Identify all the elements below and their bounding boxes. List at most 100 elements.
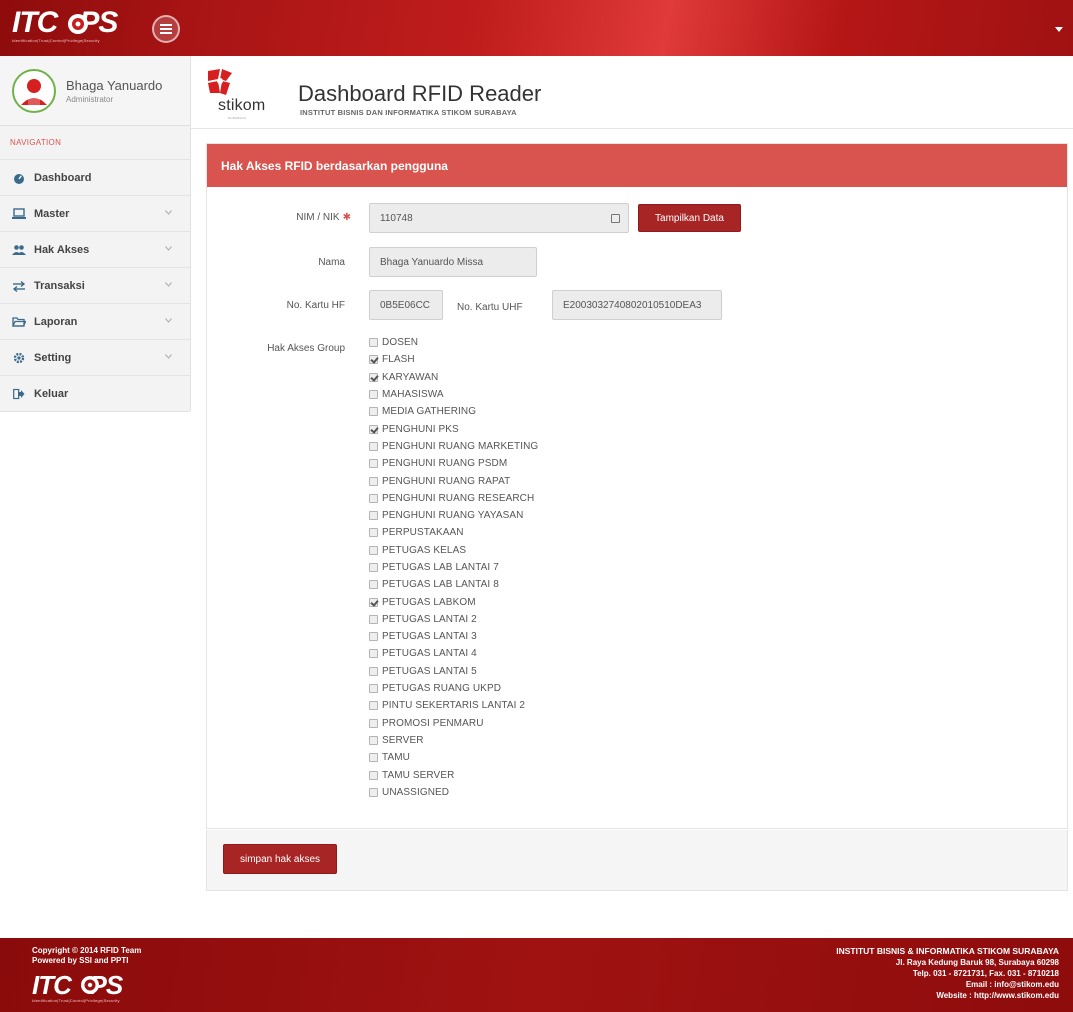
list-item[interactable]: PETUGAS RUANG UKPD <box>369 680 538 697</box>
checkbox[interactable] <box>369 424 378 434</box>
sidebar-item-laporan[interactable]: Laporan <box>0 304 190 340</box>
list-item[interactable]: PENGHUNI RUANG PSDM <box>369 455 538 472</box>
nav-header: NAVIGATION <box>0 126 190 160</box>
checkbox[interactable] <box>369 770 378 780</box>
nim-input[interactable]: 110748 <box>369 203 629 233</box>
list-item[interactable]: PETUGAS LAB LANTAI 8 <box>369 576 538 593</box>
list-item[interactable]: PETUGAS LANTAI 5 <box>369 663 538 680</box>
sidebar-item-setting[interactable]: Setting <box>0 340 190 376</box>
checkbox[interactable] <box>369 372 378 382</box>
chevron-down-icon <box>165 210 172 215</box>
nama-input[interactable]: Bhaga Yanuardo Missa <box>369 247 537 277</box>
powered-text: Powered by SSI and PPTI <box>32 956 129 965</box>
page-footer: Copyright © 2014 RFID Team Powered by SS… <box>0 938 1073 1012</box>
checkbox[interactable] <box>369 407 378 417</box>
sidebar-item-hak-akses[interactable]: Hak Akses <box>0 232 190 268</box>
checkbox[interactable] <box>369 355 378 365</box>
checkbox[interactable] <box>369 476 378 486</box>
gear-icon <box>12 351 26 365</box>
list-item[interactable]: PENGHUNI RUANG RESEARCH <box>369 490 538 507</box>
chevron-down-icon <box>165 318 172 323</box>
dashboard-icon <box>12 171 26 185</box>
list-item[interactable]: MAHASISWA <box>369 386 538 403</box>
stikom-wordmark: stikom <box>218 97 266 114</box>
user-menu-caret[interactable] <box>1055 24 1063 32</box>
checkbox[interactable] <box>369 493 378 503</box>
logo-eye-icon <box>81 976 99 994</box>
list-item[interactable]: TAMU <box>369 749 538 766</box>
checkbox[interactable] <box>369 511 378 521</box>
list-item[interactable]: PROMOSI PENMARU <box>369 715 538 732</box>
checkbox[interactable] <box>369 390 378 400</box>
list-item[interactable]: MEDIA GATHERING <box>369 403 538 420</box>
checkbox[interactable] <box>369 528 378 538</box>
list-item[interactable]: UNASSIGNED <box>369 784 538 801</box>
kartu-hf-input[interactable]: 0B5E06CC <box>369 290 443 320</box>
checkbox[interactable] <box>369 666 378 676</box>
list-item[interactable]: FLASH <box>369 351 538 368</box>
logo-tagline: Identification|Trust|Control|Privilege|S… <box>12 38 100 43</box>
checkbox[interactable] <box>369 597 378 607</box>
sidebar-item-master[interactable]: Master <box>0 196 190 232</box>
footer-website[interactable]: Website : http://www.stikom.edu <box>836 990 1059 1001</box>
checkbox[interactable] <box>369 787 378 797</box>
show-data-button[interactable]: Tampilkan Data <box>638 204 741 232</box>
checkbox[interactable] <box>369 614 378 624</box>
list-item[interactable]: SERVER <box>369 732 538 749</box>
page-header: stikom SURABAYA Dashboard RFID Reader IN… <box>204 67 1064 122</box>
checkbox[interactable] <box>369 338 378 348</box>
header-divider <box>191 128 1073 129</box>
list-item[interactable]: DOSEN <box>369 334 538 351</box>
list-item[interactable]: PERPUSTAKAAN <box>369 524 538 541</box>
copyright-text: Copyright © 2014 RFID Team <box>32 946 142 955</box>
avatar[interactable] <box>12 68 56 113</box>
checkbox[interactable] <box>369 441 378 451</box>
sidebar-item-transaksi[interactable]: Transaksi <box>0 268 190 304</box>
user-panel: Bhaga Yanuardo Administrator <box>0 56 190 126</box>
checkbox[interactable] <box>369 701 378 711</box>
list-item[interactable]: PETUGAS KELAS <box>369 542 538 559</box>
kartu-hf-label: No. Kartu HF <box>286 300 345 311</box>
list-item[interactable]: PINTU SEKERTARIS LANTAI 2 <box>369 697 538 714</box>
chevron-down-icon <box>165 282 172 287</box>
menu-toggle-button[interactable] <box>152 15 180 43</box>
sidebar: Bhaga Yanuardo Administrator NAVIGATION … <box>0 56 191 412</box>
footer-credits: Copyright © 2014 RFID Team Powered by SS… <box>32 946 141 966</box>
list-item[interactable]: PETUGAS LANTAI 3 <box>369 628 538 645</box>
clear-icon[interactable] <box>611 214 620 223</box>
checkbox[interactable] <box>369 632 378 642</box>
checkbox[interactable] <box>369 753 378 763</box>
checkbox[interactable] <box>369 684 378 694</box>
checkbox[interactable] <box>369 545 378 555</box>
panel-footer: simpan hak akses <box>206 830 1068 891</box>
sidebar-item-dashboard[interactable]: Dashboard <box>0 160 190 196</box>
kartu-uhf-label: No. Kartu UHF <box>457 302 523 313</box>
stikom-emblem-icon <box>208 69 232 95</box>
user-info: Bhaga Yanuardo Administrator <box>66 78 162 104</box>
sidebar-item-label: Setting <box>34 351 72 364</box>
footer-email[interactable]: Email : info@stikom.edu <box>836 979 1059 990</box>
list-item[interactable]: PETUGAS LAB LANTAI 7 <box>369 559 538 576</box>
chevron-down-icon <box>165 354 172 359</box>
list-item[interactable]: PENGHUNI RUANG YAYASAN <box>369 507 538 524</box>
checkbox[interactable] <box>369 718 378 728</box>
checkbox[interactable] <box>369 580 378 590</box>
exchange-icon <box>12 279 26 293</box>
list-item[interactable]: PETUGAS LABKOM <box>369 593 538 610</box>
sidebar-item-label: Hak Akses <box>34 243 90 256</box>
list-item[interactable]: PENGHUNI PKS <box>369 420 538 437</box>
checkbox[interactable] <box>369 649 378 659</box>
list-item[interactable]: KARYAWAN <box>369 369 538 386</box>
checkbox[interactable] <box>369 563 378 572</box>
checkbox[interactable] <box>369 735 378 745</box>
kartu-uhf-input[interactable]: E2003032740802010510DEA3 <box>552 290 722 320</box>
itcops-logo: ITC PS Identification|Trust|Control|Priv… <box>12 8 152 48</box>
list-item[interactable]: PENGHUNI RUANG RAPAT <box>369 472 538 489</box>
sidebar-item-keluar[interactable]: Keluar <box>0 376 190 412</box>
checkbox[interactable] <box>369 459 378 469</box>
list-item[interactable]: TAMU SERVER <box>369 766 538 783</box>
list-item[interactable]: PENGHUNI RUANG MARKETING <box>369 438 538 455</box>
list-item[interactable]: PETUGAS LANTAI 2 <box>369 611 538 628</box>
save-access-button[interactable]: simpan hak akses <box>223 844 337 874</box>
list-item[interactable]: PETUGAS LANTAI 4 <box>369 645 538 662</box>
